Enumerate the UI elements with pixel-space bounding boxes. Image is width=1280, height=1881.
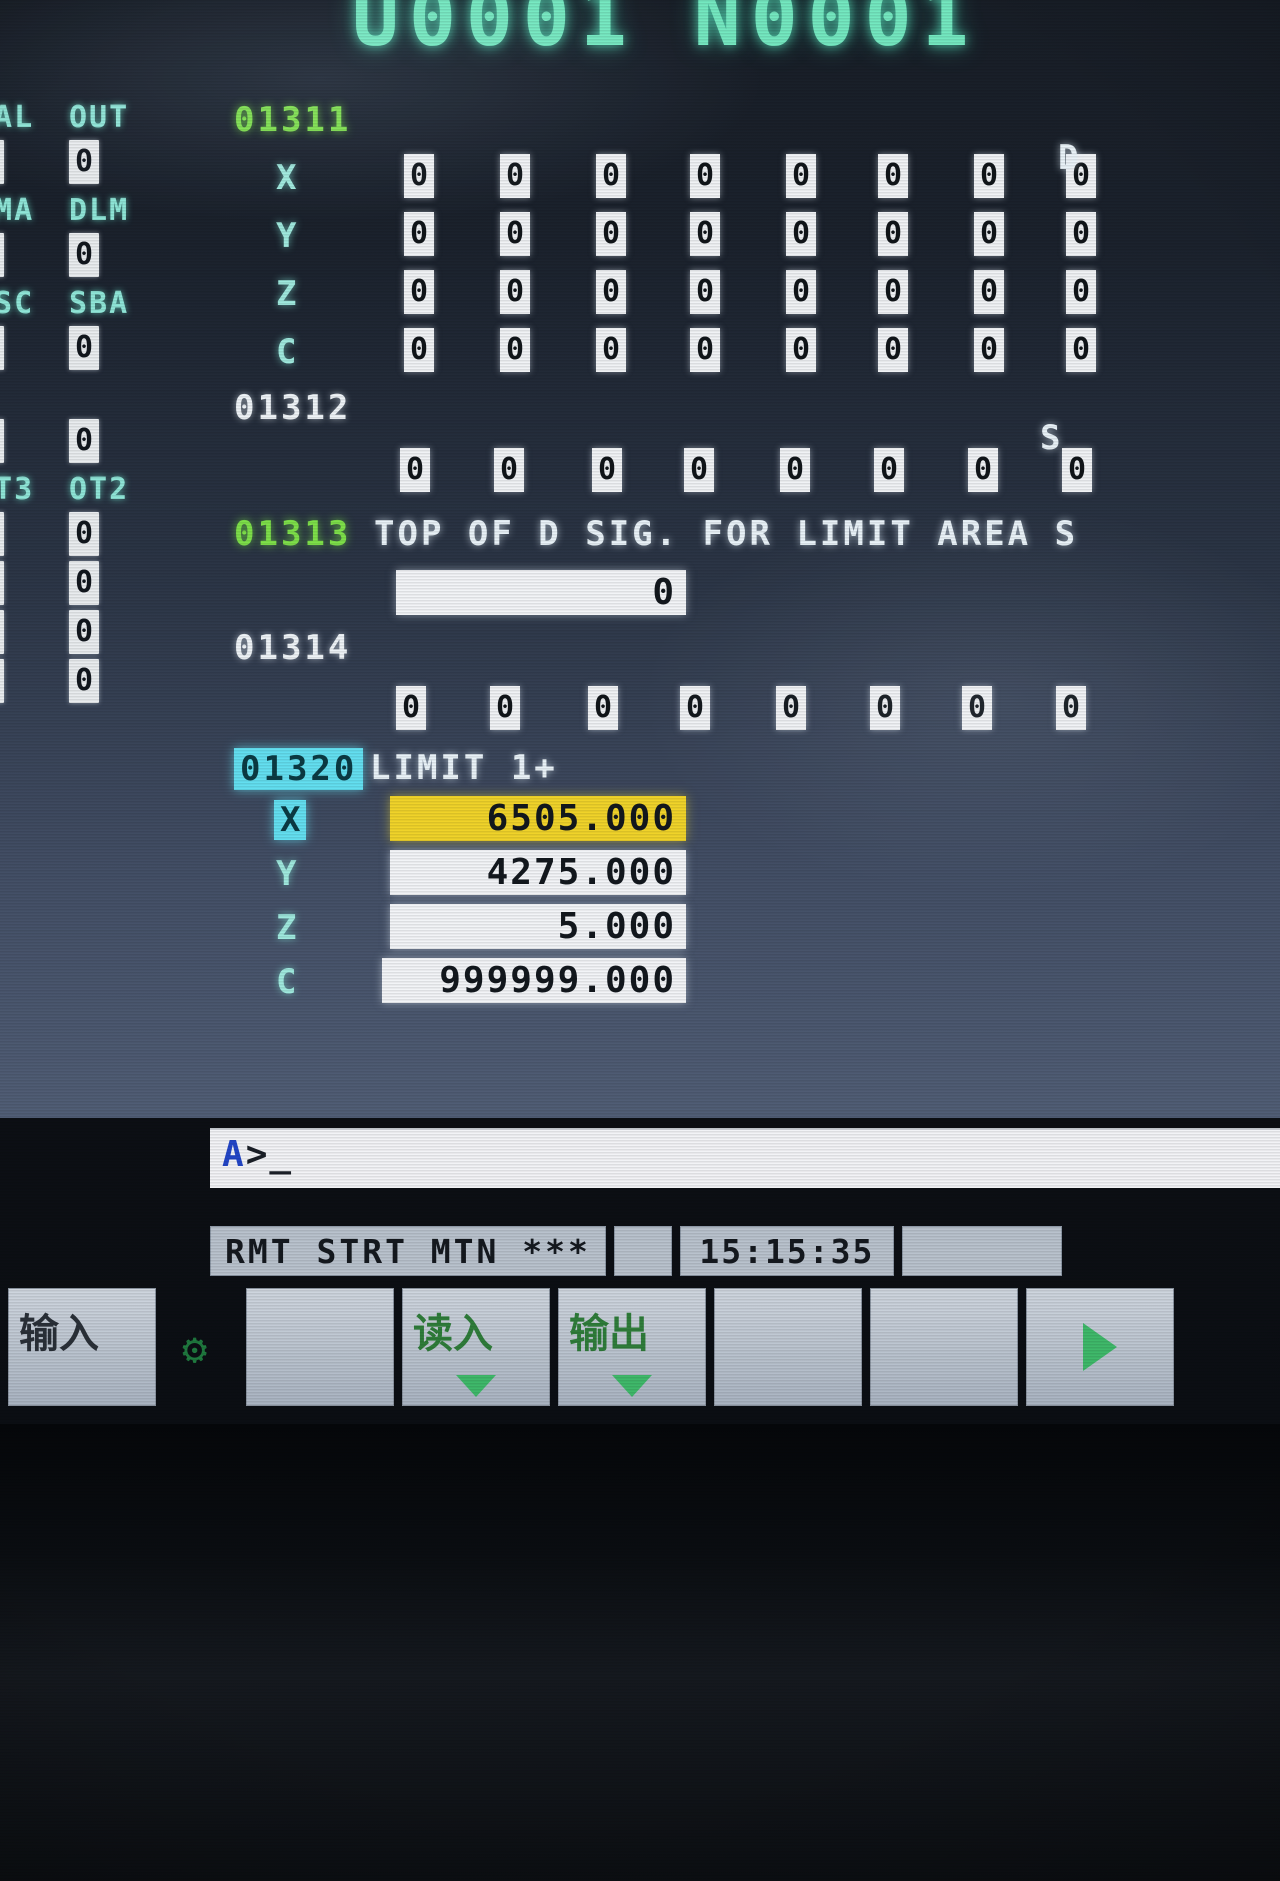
param-bit-field[interactable]: 0 bbox=[596, 212, 626, 256]
param-bit-field[interactable]: 0 bbox=[974, 154, 1004, 198]
param-axis-c[interactable]: C bbox=[276, 962, 296, 1002]
param-bit-field[interactable]: 0 bbox=[400, 448, 430, 492]
param-bit-field[interactable]: 0 bbox=[690, 328, 720, 372]
softkey-read-in[interactable]: 读入 bbox=[402, 1288, 550, 1406]
param-number-01320[interactable]: 01320 bbox=[234, 748, 364, 790]
param-bit-field[interactable]: 0 bbox=[684, 448, 714, 492]
param-number-01314[interactable]: 01314 bbox=[234, 628, 351, 668]
param-bit-field[interactable]: 0 bbox=[878, 328, 908, 372]
softkey-output[interactable]: 输出 bbox=[558, 1288, 706, 1406]
param-bit-field[interactable]: 0 bbox=[596, 328, 626, 372]
param-description-01320: LIMIT 1+ bbox=[370, 748, 558, 788]
param-bit-field[interactable]: 0 bbox=[786, 270, 816, 314]
monitor-bezel bbox=[0, 1424, 1280, 1881]
status-bar: RMT STRT MTN *** 15:15:35 bbox=[210, 1226, 1062, 1276]
param-bit-field[interactable]: 0 bbox=[596, 270, 626, 314]
param-bit-field[interactable]: 0 bbox=[500, 154, 530, 198]
param-bit-field[interactable]: 0 bbox=[404, 154, 434, 198]
param-bit-field[interactable]: 0 bbox=[396, 686, 426, 730]
param-bit-field[interactable]: 0 bbox=[588, 686, 618, 730]
param-bit-field[interactable]: 0 bbox=[404, 328, 434, 372]
arrow-down-icon bbox=[612, 1375, 652, 1397]
command-prompt-symbol: > bbox=[245, 1134, 270, 1175]
param-axis-y: Y bbox=[276, 216, 297, 256]
softkey-blank-3[interactable] bbox=[870, 1288, 1018, 1406]
param-bit-field[interactable]: 0 bbox=[962, 686, 992, 730]
softkey-label: 输出 bbox=[569, 1311, 649, 1357]
param-description-01313: TOP OF D SIG. FOR LIMIT AREA S bbox=[374, 514, 1079, 554]
status-clock: 15:15:35 bbox=[679, 1226, 894, 1276]
param-limit-x-value[interactable]: 6505.000 bbox=[390, 796, 686, 841]
param-bit-field[interactable]: 0 bbox=[1066, 212, 1096, 256]
param-bit-field[interactable]: 0 bbox=[500, 270, 530, 314]
param-number-01312[interactable]: 01312 bbox=[234, 388, 351, 428]
gear-icon: ⚙ bbox=[182, 1324, 208, 1373]
command-line-text[interactable]: A>_ bbox=[222, 1134, 293, 1175]
param-bit-field[interactable]: 0 bbox=[974, 270, 1004, 314]
param-bit-field[interactable]: 0 bbox=[404, 212, 434, 256]
status-tail bbox=[901, 1226, 1062, 1276]
param-bit-field[interactable]: 0 bbox=[968, 448, 998, 492]
softkey-play[interactable] bbox=[1026, 1288, 1174, 1406]
param-bit-field[interactable]: 0 bbox=[870, 686, 900, 730]
param-number-01311[interactable]: 01311 bbox=[234, 100, 351, 140]
param-bit-field[interactable]: 0 bbox=[592, 448, 622, 492]
param-axis-c: C bbox=[276, 332, 297, 372]
param-bit-field[interactable]: 0 bbox=[786, 328, 816, 372]
status-mode: RMT STRT MTN *** bbox=[210, 1226, 606, 1276]
param-bit-field[interactable]: 0 bbox=[878, 212, 908, 256]
param-limit-z-value[interactable]: 5.000 bbox=[390, 904, 686, 949]
param-bit-field[interactable]: 0 bbox=[1062, 448, 1092, 492]
param-bit-field[interactable]: 0 bbox=[974, 328, 1004, 372]
param-bit-field[interactable]: 0 bbox=[878, 270, 908, 314]
softkey-input[interactable]: 输入 bbox=[8, 1288, 156, 1406]
param-bit-field[interactable]: 0 bbox=[690, 270, 720, 314]
param-bit-field[interactable]: 0 bbox=[874, 448, 904, 492]
param-bit-field[interactable]: 0 bbox=[596, 154, 626, 198]
param-bit-field[interactable]: 0 bbox=[974, 212, 1004, 256]
softkey-gear[interactable]: ⚙ bbox=[164, 1288, 238, 1406]
param-axis-z[interactable]: Z bbox=[276, 908, 296, 948]
param-bit-field[interactable]: 0 bbox=[786, 154, 816, 198]
param-limit-y-value[interactable]: 4275.000 bbox=[390, 850, 686, 895]
param-bit-field[interactable]: 0 bbox=[500, 212, 530, 256]
param-bit-field[interactable]: 0 bbox=[776, 686, 806, 730]
param-value-01313[interactable]: 0 bbox=[396, 570, 686, 615]
softkey-label: 读入 bbox=[413, 1311, 493, 1357]
param-bit-field[interactable]: 0 bbox=[490, 686, 520, 730]
param-axis-x-selected[interactable]: X bbox=[274, 800, 307, 840]
param-axis-y[interactable]: Y bbox=[276, 854, 296, 894]
right-edge-s-label: S bbox=[1040, 418, 1064, 458]
param-axis-x: X bbox=[276, 158, 297, 198]
soft-key-row: 输入 ⚙ 读入 输出 bbox=[8, 1288, 1174, 1406]
cnc-display-area: U0001 N0001 NAL OUT 0 0 LMA DLM 0 0 OSC bbox=[0, 0, 1280, 1118]
param-bit-field[interactable]: 0 bbox=[878, 154, 908, 198]
softkey-blank-2[interactable] bbox=[714, 1288, 862, 1406]
param-bit-field[interactable]: 0 bbox=[500, 328, 530, 372]
param-bit-field[interactable]: 0 bbox=[494, 448, 524, 492]
param-bit-field[interactable]: 0 bbox=[786, 212, 816, 256]
parameter-list: 01311 X Y Z C 0 0 0 0 0 0 0 0 0 0 0 0 0 … bbox=[0, 0, 1280, 1118]
command-cursor: _ bbox=[269, 1134, 294, 1175]
param-bit-field[interactable]: 0 bbox=[1066, 328, 1096, 372]
param-bit-field[interactable]: 0 bbox=[680, 686, 710, 730]
param-bit-field[interactable]: 0 bbox=[1066, 270, 1096, 314]
play-icon bbox=[1083, 1323, 1117, 1371]
param-bit-field[interactable]: 0 bbox=[690, 154, 720, 198]
param-number-01313[interactable]: 01313 bbox=[234, 514, 351, 554]
param-bit-field[interactable]: 0 bbox=[780, 448, 810, 492]
command-line-field[interactable] bbox=[210, 1128, 1280, 1188]
arrow-down-icon bbox=[456, 1375, 496, 1397]
param-axis-z: Z bbox=[276, 274, 297, 314]
param-bit-field[interactable]: 0 bbox=[404, 270, 434, 314]
cnc-screen: U0001 N0001 NAL OUT 0 0 LMA DLM 0 0 OSC bbox=[0, 0, 1280, 1881]
softkey-blank-1[interactable] bbox=[246, 1288, 394, 1406]
command-prompt-letter: A bbox=[222, 1134, 246, 1175]
status-blank bbox=[613, 1226, 672, 1276]
param-bit-field[interactable]: 0 bbox=[690, 212, 720, 256]
softkey-label: 输入 bbox=[19, 1311, 99, 1357]
param-limit-c-value[interactable]: 999999.000 bbox=[382, 958, 686, 1003]
param-bit-field[interactable]: 0 bbox=[1056, 686, 1086, 730]
right-edge-d-label: D bbox=[1058, 138, 1082, 178]
